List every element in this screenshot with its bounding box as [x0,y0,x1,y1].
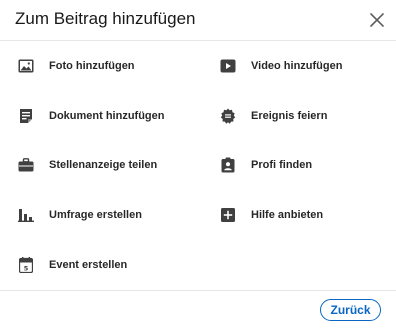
option-label: Foto hinzufügen [49,60,135,72]
close-button[interactable] [366,9,388,31]
document-icon [17,107,35,125]
option-label: Stellenanzeige teilen [49,159,158,171]
svg-text:5: 5 [24,264,29,272]
poll-icon [17,206,35,224]
option-label: Video hinzufügen [251,60,343,72]
options-grid: Foto hinzufügen Video hinzufügen Dokumen… [0,40,396,290]
briefcase-icon [17,156,35,174]
option-create-event[interactable]: 5 Event erstellen [17,253,197,277]
celebration-icon [219,107,237,125]
option-add-video[interactable]: Video hinzufügen [219,54,389,78]
add-to-post-dialog: Zum Beitrag hinzufügen Foto hinzufügen V… [0,0,396,327]
video-icon [219,57,237,75]
option-label: Hilfe anbieten [251,209,324,221]
option-add-photo[interactable]: Foto hinzufügen [17,54,197,78]
option-share-job[interactable]: Stellenanzeige teilen [17,153,197,177]
calendar-icon: 5 [17,256,35,274]
option-celebrate-event[interactable]: Ereignis feiern [219,104,389,128]
dialog-footer: Zurück [0,290,396,328]
option-label: Dokument hinzufügen [49,110,165,122]
back-button[interactable]: Zurück [320,299,381,321]
dialog-header: Zum Beitrag hinzufügen [0,0,396,41]
option-offer-help[interactable]: Hilfe anbieten [219,203,389,227]
option-add-document[interactable]: Dokument hinzufügen [17,104,197,128]
photo-icon [17,57,35,75]
option-find-pro[interactable]: Profi finden [219,153,389,177]
profile-badge-icon [219,156,237,174]
help-plus-icon [219,206,237,224]
close-icon [370,13,384,27]
dialog-title: Zum Beitrag hinzufügen [15,9,196,28]
option-label: Umfrage erstellen [49,209,142,221]
option-create-poll[interactable]: Umfrage erstellen [17,203,197,227]
option-label: Event erstellen [49,259,128,271]
option-label: Profi finden [251,159,313,171]
option-label: Ereignis feiern [251,110,328,122]
